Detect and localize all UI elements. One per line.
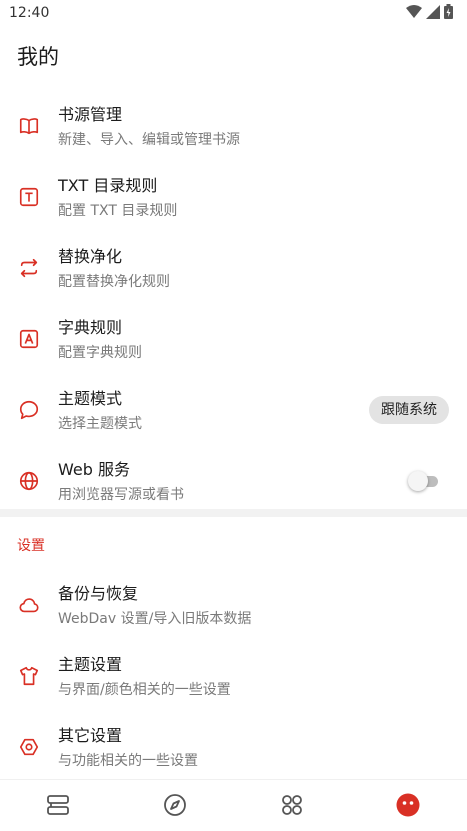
- book-open-icon: [18, 115, 40, 137]
- status-bar: 12:40: [0, 0, 467, 26]
- menu-item-book-source[interactable]: 书源管理 新建、导入、编辑或管理书源: [0, 91, 467, 162]
- menu-item-theme-mode[interactable]: 主题模式 选择主题模式 跟随系统: [0, 375, 467, 446]
- tshirt-icon: [18, 665, 40, 687]
- signal-icon: [426, 4, 440, 23]
- menu-item-title: 备份与恢复: [58, 584, 139, 603]
- theme-mode-value-chip[interactable]: 跟随系统: [369, 396, 449, 424]
- menu-item-backup-restore[interactable]: 备份与恢复 WebDav 设置/导入旧版本数据: [0, 570, 467, 641]
- menu-item-title: 替换净化: [58, 247, 123, 266]
- menu-item-replace-purify[interactable]: 替换净化 配置替换净化规则: [0, 233, 467, 304]
- speech-bubble-icon: [18, 399, 40, 421]
- menu-item-subtitle: 选择主题模式: [58, 416, 142, 432]
- cloud-icon: [18, 594, 40, 616]
- menu-item-subtitle: 与界面/颜色相关的一些设置: [58, 682, 231, 698]
- gear-icon: [18, 736, 40, 758]
- face-icon[interactable]: [395, 792, 421, 818]
- status-time: 12:40: [9, 5, 50, 21]
- battery-icon: [444, 3, 453, 23]
- bottom-navigation: [0, 779, 467, 831]
- compass-icon[interactable]: [162, 792, 188, 818]
- menu-item-title: 主题设置: [58, 655, 123, 674]
- menu-item-subtitle: 用浏览器写源或看书: [58, 487, 184, 503]
- settings-section-header: 设置: [17, 538, 45, 554]
- menu-item-web-service[interactable]: Web 服务 用浏览器写源或看书: [0, 446, 467, 517]
- menu-item-title: Web 服务: [58, 460, 130, 479]
- dictionary-a-icon: [18, 328, 40, 350]
- menu-item-title: 主题模式: [58, 389, 123, 408]
- menu-item-subtitle: 配置替换净化规则: [58, 274, 170, 290]
- menu-item-subtitle: 与功能相关的一些设置: [58, 753, 198, 769]
- menu-item-subtitle: WebDav 设置/导入旧版本数据: [58, 611, 252, 627]
- menu-item-subtitle: 新建、导入、编辑或管理书源: [58, 132, 240, 148]
- menu-item-dictionary-rules[interactable]: 字典规则 配置字典规则: [0, 304, 467, 375]
- swap-arrows-icon: [18, 257, 40, 279]
- menu-item-other-settings[interactable]: 其它设置 与功能相关的一些设置: [0, 712, 467, 783]
- toggle-thumb: [408, 471, 428, 491]
- menu-item-title: 字典规则: [58, 318, 123, 337]
- menu-item-title: 其它设置: [58, 726, 123, 745]
- menu-item-subtitle: 配置字典规则: [58, 345, 142, 361]
- grid-icon[interactable]: [279, 792, 305, 818]
- page-title: 我的: [17, 45, 59, 69]
- menu-item-title: TXT 目录规则: [58, 176, 158, 195]
- globe-icon: [18, 470, 40, 492]
- section-divider: [0, 509, 467, 517]
- menu-item-title: 书源管理: [58, 105, 123, 124]
- text-box-icon: [18, 186, 40, 208]
- web-service-toggle[interactable]: [408, 470, 440, 492]
- menu-item-txt-toc-rules[interactable]: TXT 目录规则 配置 TXT 目录规则: [0, 162, 467, 233]
- status-icons: [406, 3, 453, 23]
- menu-item-subtitle: 配置 TXT 目录规则: [58, 203, 178, 219]
- wifi-icon: [406, 4, 422, 23]
- menu-item-theme-settings[interactable]: 主题设置 与界面/颜色相关的一些设置: [0, 641, 467, 712]
- bookshelf-icon[interactable]: [45, 792, 71, 818]
